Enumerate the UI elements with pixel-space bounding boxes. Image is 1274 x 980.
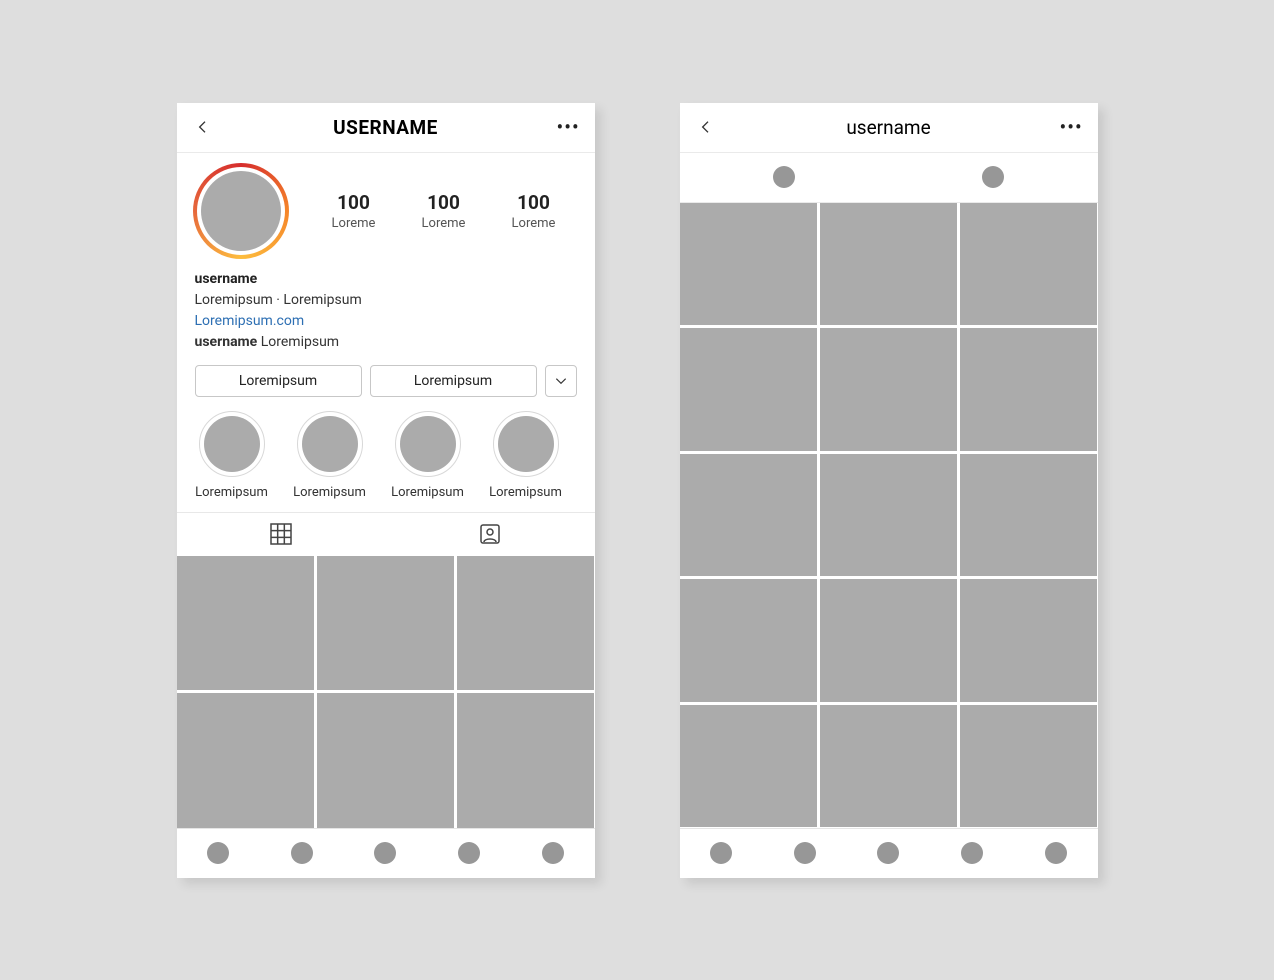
photo-cell[interactable]: [177, 556, 314, 691]
chevron-down-icon: [554, 374, 568, 388]
photo-cell[interactable]: [820, 579, 957, 702]
photo-cell[interactable]: [960, 328, 1097, 451]
chevron-left-icon: [698, 119, 714, 135]
nav-item[interactable]: [877, 842, 899, 864]
highlight-thumb-icon: [302, 416, 358, 472]
highlight-circle: [493, 411, 559, 477]
stat-value: 100: [332, 191, 376, 214]
tagged-icon: [478, 522, 502, 546]
photo-cell[interactable]: [457, 693, 594, 828]
more-icon: •••: [1060, 115, 1083, 139]
photo-cell[interactable]: [457, 556, 594, 691]
highlight-item[interactable]: Loremipsum: [487, 411, 565, 500]
tab-grid[interactable]: [177, 513, 386, 556]
segment-tabs: [680, 153, 1098, 203]
stat-following[interactable]: 100 Loreme: [512, 191, 556, 231]
profile-actions: Loremipsum Loremipsum: [177, 353, 595, 397]
highlight-circle: [297, 411, 363, 477]
header-title: username: [718, 116, 1060, 139]
highlight-item[interactable]: Loremipsum: [193, 411, 271, 500]
followed-by-user: username: [195, 334, 258, 350]
followed-by: username Loremipsum: [195, 332, 577, 353]
highlight-item[interactable]: Loremipsum: [389, 411, 467, 500]
nav-item[interactable]: [1045, 842, 1067, 864]
profile-main-screen: USERNAME ••• 100 Loreme 100 Loreme 100 L…: [177, 103, 595, 878]
highlight-thumb-icon: [204, 416, 260, 472]
nav-item[interactable]: [207, 842, 229, 864]
bio-tagline: Loremipsum · Loremipsum: [195, 290, 577, 311]
photo-grid: [680, 203, 1098, 828]
top-bar: USERNAME •••: [177, 103, 595, 153]
nav-item[interactable]: [961, 842, 983, 864]
profile-bio: username Loremipsum · Loremipsum Loremip…: [177, 259, 595, 353]
photo-cell[interactable]: [680, 579, 817, 702]
nav-item[interactable]: [542, 842, 564, 864]
profile-grid-screen: username •••: [680, 103, 1098, 878]
photo-cell[interactable]: [960, 454, 1097, 577]
stat-followers[interactable]: 100 Loreme: [422, 191, 466, 231]
grid-icon: [269, 522, 293, 546]
photo-cell[interactable]: [960, 705, 1097, 828]
highlight-thumb-icon: [498, 416, 554, 472]
followed-by-rest: Loremipsum: [261, 334, 339, 350]
photo-cell[interactable]: [820, 454, 957, 577]
highlight-item[interactable]: Loremipsum: [291, 411, 369, 500]
header-title: USERNAME: [215, 116, 557, 139]
photo-cell[interactable]: [680, 705, 817, 828]
back-button[interactable]: [195, 119, 215, 135]
display-name: username: [195, 269, 577, 290]
back-button[interactable]: [698, 119, 718, 135]
segment-tab[interactable]: [982, 166, 1004, 188]
photo-cell[interactable]: [680, 328, 817, 451]
top-bar: username •••: [680, 103, 1098, 153]
bottom-nav: [680, 828, 1098, 878]
profile-stats: 100 Loreme 100 Loreme 100 Loreme: [309, 191, 579, 231]
photo-cell[interactable]: [820, 328, 957, 451]
photo-cell[interactable]: [317, 556, 454, 691]
photo-cell[interactable]: [960, 203, 1097, 326]
primary-action-button[interactable]: Loremipsum: [195, 365, 362, 397]
photo-cell[interactable]: [680, 203, 817, 326]
stat-posts[interactable]: 100 Loreme: [332, 191, 376, 231]
avatar-icon: [201, 171, 281, 251]
bio-link[interactable]: Loremipsum.com: [195, 311, 577, 332]
secondary-action-button[interactable]: Loremipsum: [370, 365, 537, 397]
highlight-thumb-icon: [400, 416, 456, 472]
nav-item[interactable]: [291, 842, 313, 864]
highlight-label: Loremipsum: [391, 485, 464, 500]
nav-item[interactable]: [710, 842, 732, 864]
photo-cell[interactable]: [820, 705, 957, 828]
photo-cell[interactable]: [177, 693, 314, 828]
profile-header: 100 Loreme 100 Loreme 100 Loreme: [177, 153, 595, 259]
stat-label: Loreme: [512, 216, 556, 231]
suggestions-button[interactable]: [545, 365, 577, 397]
photo-cell[interactable]: [820, 203, 957, 326]
stat-value: 100: [512, 191, 556, 214]
stat-label: Loreme: [422, 216, 466, 231]
more-icon: •••: [557, 115, 580, 139]
highlight-label: Loremipsum: [489, 485, 562, 500]
highlight-label: Loremipsum: [195, 485, 268, 500]
photo-grid: [177, 556, 595, 828]
stat-value: 100: [422, 191, 466, 214]
highlight-circle: [199, 411, 265, 477]
highlight-label: Loremipsum: [293, 485, 366, 500]
nav-item[interactable]: [374, 842, 396, 864]
tab-tagged[interactable]: [386, 513, 595, 556]
chevron-left-icon: [195, 119, 211, 135]
content-tabs: [177, 512, 595, 556]
photo-cell[interactable]: [960, 579, 1097, 702]
avatar-story-ring[interactable]: [193, 163, 289, 259]
nav-item[interactable]: [794, 842, 816, 864]
photo-cell[interactable]: [317, 693, 454, 828]
story-highlights: Loremipsum Loremipsum Loremipsum Loremip…: [177, 397, 595, 512]
highlight-circle: [395, 411, 461, 477]
bottom-nav: [177, 828, 595, 878]
avatar-inner: [197, 167, 285, 255]
photo-cell[interactable]: [680, 454, 817, 577]
nav-item[interactable]: [458, 842, 480, 864]
segment-tab[interactable]: [773, 166, 795, 188]
stat-label: Loreme: [332, 216, 376, 231]
